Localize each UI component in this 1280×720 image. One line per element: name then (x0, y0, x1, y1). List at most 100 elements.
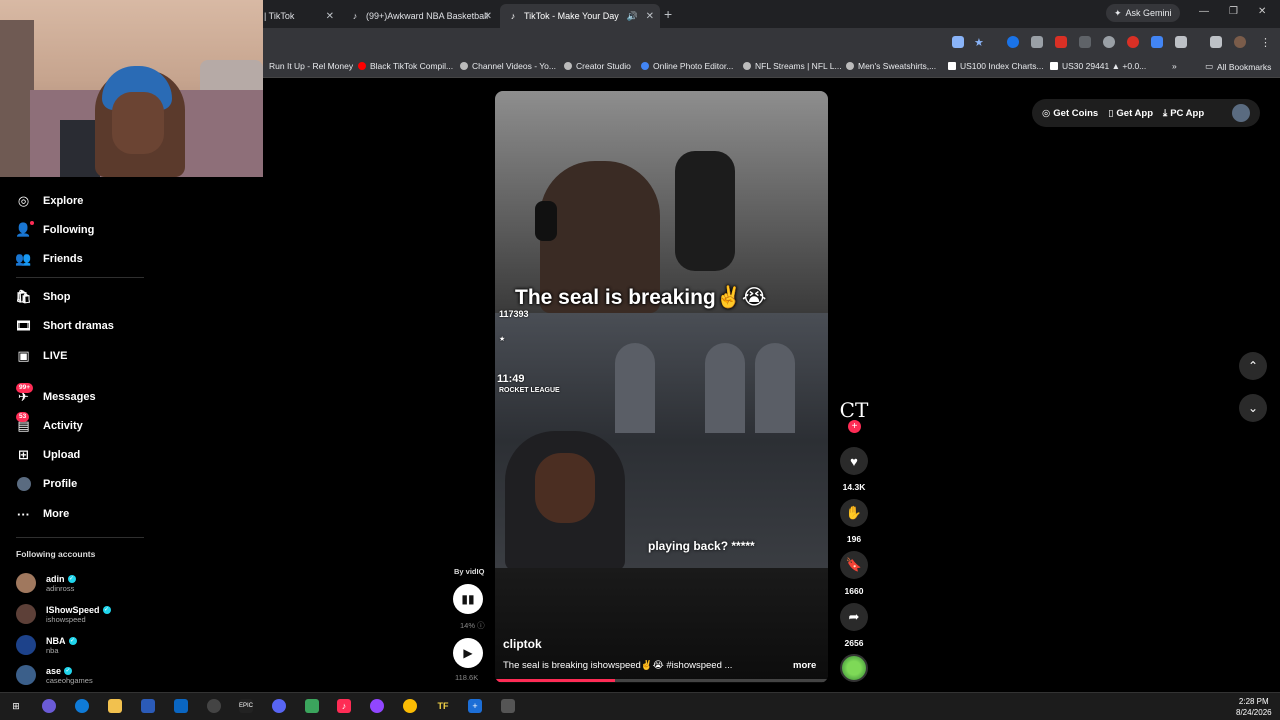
view-count: 118.6K (455, 673, 479, 682)
extension-icon[interactable] (1103, 36, 1115, 48)
extension-icon[interactable] (1031, 36, 1043, 48)
tab-label: TikTok - Make Your Day (524, 11, 619, 21)
tab-nba-basketball[interactable]: ♪ (99+)Awkward NBA Basketball ✕ (342, 4, 498, 28)
video-player[interactable]: The seal is breaking✌️😭 117393 ★ 11:49 R… (495, 91, 828, 683)
restore-icon[interactable]: ❐ (1229, 6, 1238, 17)
save-button[interactable]: 🔖 (840, 551, 868, 579)
chrome-icon[interactable] (403, 699, 417, 713)
next-video-button[interactable]: ⌄ (1239, 394, 1267, 422)
bookmark-item[interactable]: NFL Streams | NFL L... (743, 61, 842, 71)
sidebar-item-live[interactable]: ▣ LIVE (16, 345, 67, 367)
sidebar-item-activity[interactable]: ▤ 53 Activity (16, 411, 83, 437)
coin-icon: ◎ (1042, 107, 1051, 119)
bookmark-item[interactable]: Run It Up - Rel Money (269, 61, 353, 71)
tradingview-icon (948, 62, 956, 70)
video-progress-bar[interactable] (495, 679, 828, 682)
hud-game-logo: ROCKET LEAGUE (499, 387, 560, 394)
sidebar-item-profile[interactable]: Profile (16, 473, 77, 495)
sidebar-item-upload[interactable]: ⊞ Upload (16, 444, 80, 466)
account-adin[interactable]: adin ✓ adinross (16, 571, 76, 595)
bookmark-item[interactable]: Creator Studio (564, 61, 631, 71)
sidebar-item-more[interactable]: ··· More (16, 503, 69, 525)
file-explorer-icon[interactable] (108, 699, 122, 713)
app-icon[interactable] (501, 699, 515, 713)
close-icon[interactable]: ✕ (326, 11, 334, 22)
tiktok-icon[interactable]: ♪ (337, 699, 351, 713)
close-icon[interactable]: ✕ (646, 11, 654, 22)
all-bookmarks[interactable]: ▭ All Bookmarks (1205, 61, 1271, 72)
verified-icon: ✓ (64, 666, 73, 675)
menu-icon[interactable]: ⋮ (1260, 36, 1272, 49)
account-caseoh[interactable]: ase ✓ caseohgames (16, 663, 93, 687)
tiktok-icon: ♪ (352, 11, 358, 21)
get-coins-button[interactable]: ◎ Get Coins (1042, 108, 1098, 119)
star-icon[interactable]: ★ (974, 36, 986, 49)
comment-button[interactable]: ✋ (840, 499, 868, 527)
pc-app-button[interactable]: ⤓ PC App (1163, 108, 1204, 119)
bookmark-item[interactable]: Online Photo Editor... (641, 61, 733, 71)
copilot-icon[interactable] (42, 699, 56, 713)
person-follow-icon: 👤 (15, 220, 34, 238)
profile-avatar[interactable] (1234, 36, 1246, 48)
sidebar-item-shop[interactable]: 🛍 Shop (15, 286, 70, 308)
extension-icon[interactable] (1127, 36, 1139, 48)
sidebar-item-messages[interactable]: ✈ 99+ Messages (16, 382, 96, 408)
play-button[interactable]: ▶ (453, 638, 483, 668)
bookmark-item[interactable]: Men's Sweatshirts,... (846, 61, 936, 71)
add-app-icon[interactable]: + (468, 699, 482, 713)
epic-games-icon[interactable]: EPIC (239, 699, 253, 713)
new-tab-button[interactable]: + (664, 6, 672, 22)
media-icon[interactable] (1210, 36, 1222, 48)
taskbar-clock[interactable]: 2:28 PM 8/24/2026 (1236, 696, 1272, 718)
top-right-actions: ◎ Get Coins ▯ Get App ⤓ PC App (1032, 99, 1260, 127)
window-close-icon[interactable]: ✕ (1258, 6, 1266, 17)
extension-icon[interactable] (1151, 36, 1163, 48)
get-app-button[interactable]: ▯ Get App (1108, 108, 1153, 119)
windows-start-icon[interactable]: ⊞ (9, 699, 23, 713)
account-ishowspeed[interactable]: IShowSpeed ✓ ishowspeed (16, 602, 111, 626)
store-icon[interactable] (141, 699, 155, 713)
music-disc-avatar[interactable] (840, 654, 868, 682)
tab-tiktok[interactable]: | TikTok ✕ (256, 4, 340, 28)
sidebar-item-following[interactable]: 👤 Following (15, 219, 94, 241)
twitch-icon[interactable] (370, 699, 384, 713)
heart-icon: ♥ (850, 453, 858, 469)
minimize-icon[interactable]: — (1199, 6, 1209, 17)
bookmark-item[interactable]: US100 Index Charts... (948, 61, 1044, 71)
tab-tiktok-make-your-day[interactable]: ♪ TikTok - Make Your Day 🔊 ✕ (500, 4, 660, 28)
ask-gemini-button[interactable]: ✦ Ask Gemini (1106, 4, 1180, 22)
extension-icon[interactable] (1055, 36, 1067, 48)
edge-icon[interactable] (75, 699, 89, 713)
close-icon[interactable]: ✕ (484, 11, 492, 22)
bookmark-item[interactable]: Black TikTok Compil... (358, 61, 453, 71)
share-count: 2656 (844, 638, 864, 648)
share-button[interactable]: ➦ (840, 603, 868, 631)
cast-icon[interactable] (952, 36, 964, 48)
tf-app-icon[interactable]: TF (436, 699, 450, 713)
extension-icon[interactable] (1007, 36, 1019, 48)
like-count: 14.3K (842, 482, 866, 492)
video-caption-overlay: The seal is breaking✌️😭 (515, 286, 767, 309)
speaker-icon[interactable]: 🔊 (627, 11, 638, 22)
steam-icon[interactable] (207, 699, 221, 713)
sidebar-item-short-dramas[interactable]: 🎞 Short dramas (15, 315, 114, 337)
game-icon[interactable] (305, 699, 319, 713)
vidiq-stats-button[interactable]: ▮▮ (453, 584, 483, 614)
sidebar-item-friends[interactable]: 👥 Friends (15, 248, 82, 270)
previous-video-button[interactable]: ⌃ (1239, 352, 1267, 380)
mail-icon[interactable] (174, 699, 188, 713)
sidebar-item-explore[interactable]: ◎ Explore (16, 190, 84, 212)
extension-icon[interactable] (1079, 36, 1091, 48)
bookmark-item[interactable]: Channel Videos - Yo... (460, 61, 556, 71)
activity-badge: 53 (16, 411, 30, 422)
like-button[interactable]: ♥ (840, 447, 868, 475)
bookmark-item[interactable]: US30 29441 ▲ +0.0... (1050, 61, 1146, 71)
user-avatar[interactable] (1232, 104, 1250, 122)
video-author[interactable]: cliptok (503, 637, 542, 651)
follow-plus-icon[interactable]: + (848, 420, 861, 433)
puzzle-icon[interactable] (1175, 36, 1187, 48)
more-button[interactable]: more (793, 660, 816, 671)
discord-icon[interactable] (272, 699, 286, 713)
account-nba[interactable]: NBA ✓ nba (16, 633, 77, 657)
bookmarks-overflow-icon[interactable]: » (1172, 61, 1177, 71)
